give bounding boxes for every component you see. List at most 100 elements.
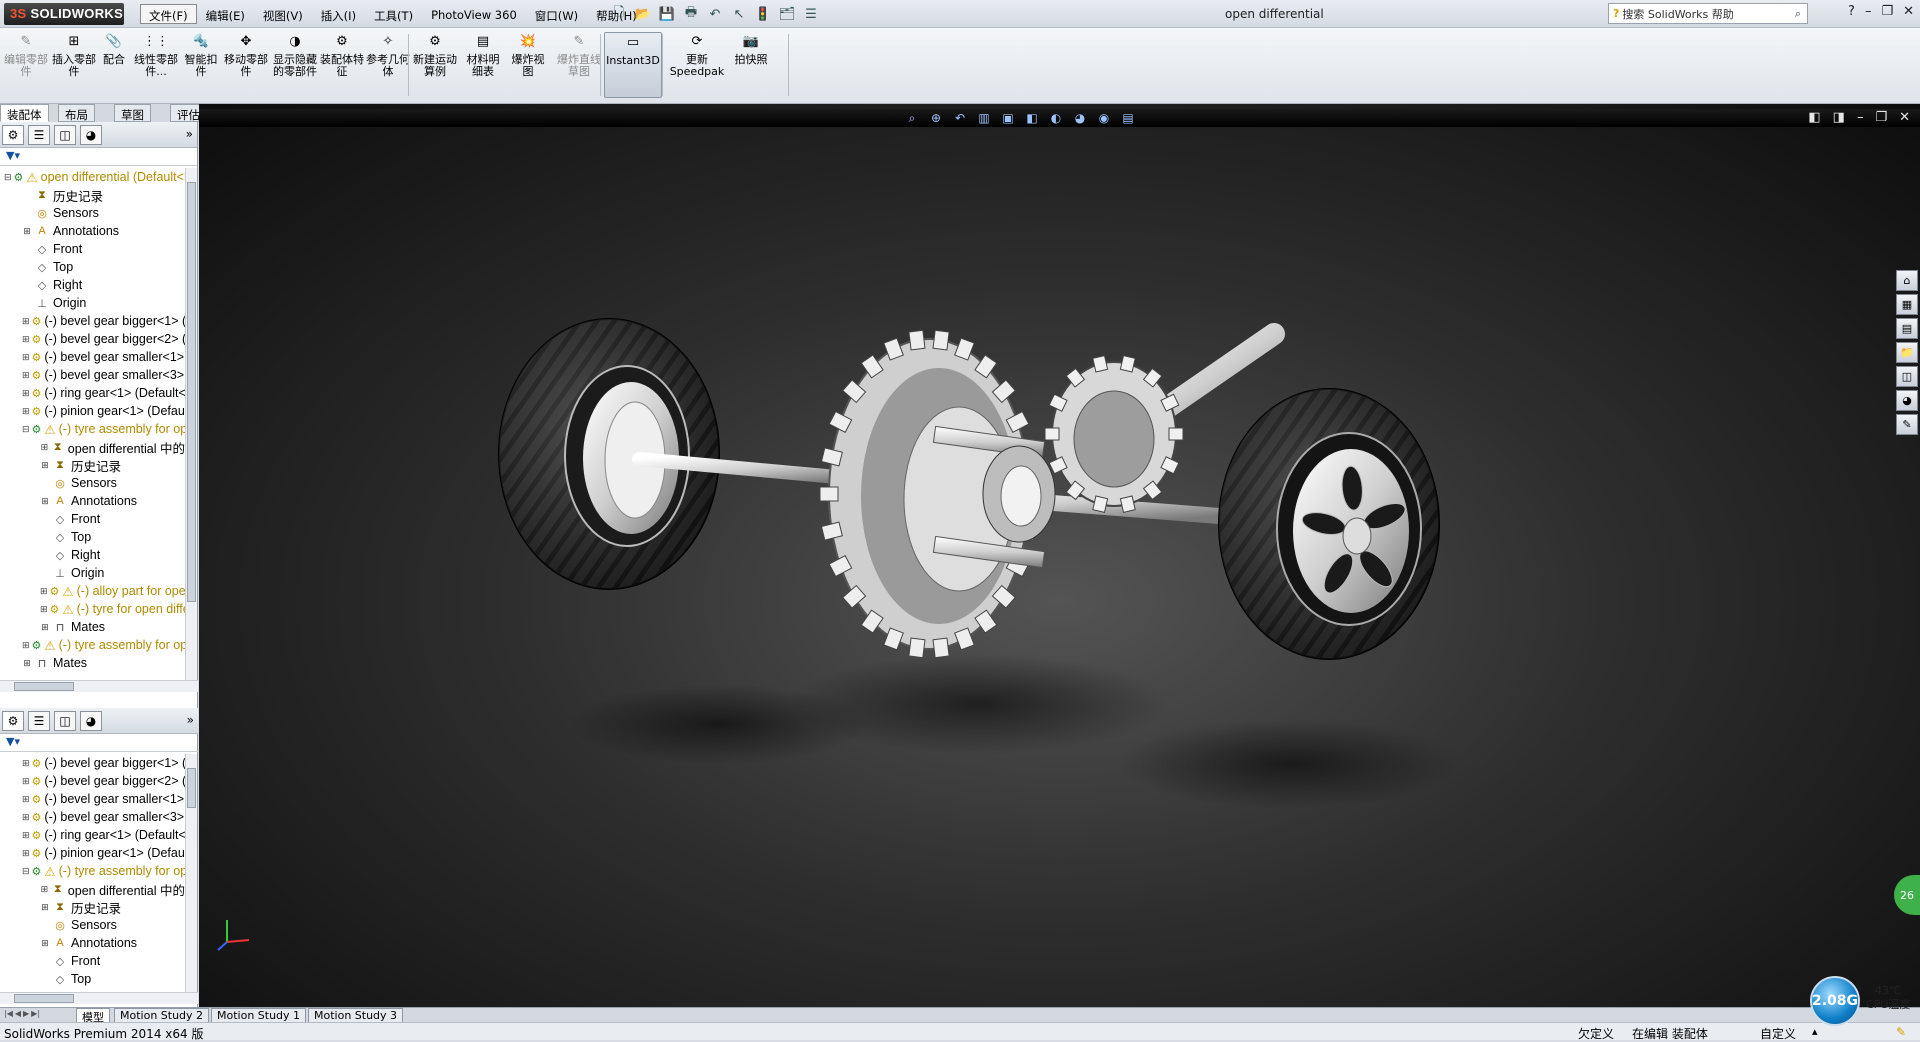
- tree-item[interactable]: ⊞ A Annotations: [0, 492, 185, 510]
- solidworks-logo[interactable]: 3S SOLIDWORKS: [4, 3, 124, 25]
- expand-toggle-icon[interactable]: ⊞: [22, 388, 30, 398]
- configuration-manager-tab-icon[interactable]: ◫: [54, 711, 76, 731]
- close-icon[interactable]: ✕: [1903, 4, 1914, 19]
- prev-tab-icon[interactable]: ◀: [15, 1009, 21, 1018]
- tree-top-vscroll[interactable]: [185, 168, 197, 680]
- tree-item[interactable]: ⊞⚙(-) pinion gear<1> (Default<<Default: [0, 402, 185, 420]
- expand-toggle-icon[interactable]: ⊞: [22, 640, 30, 650]
- tree-item[interactable]: ⊞⚙(-) bevel gear smaller<1> (Default: [0, 790, 185, 808]
- folder-icon[interactable]: 📁: [1896, 342, 1918, 363]
- menu-item[interactable]: 工具(T): [365, 4, 422, 24]
- view-palette-icon[interactable]: ◫: [1896, 366, 1918, 387]
- toolbar-button[interactable]: ⋮⋮ 线性零部件...: [134, 32, 178, 98]
- select-icon[interactable]: ↖: [728, 4, 750, 24]
- first-tab-icon[interactable]: |◀: [4, 1009, 13, 1018]
- expand-toggle-icon[interactable]: ⊞: [40, 586, 48, 596]
- tree-item[interactable]: ⊟⚙⚠(-) tyre assembly for open differenti…: [0, 862, 185, 880]
- expand-toggle-icon[interactable]: ⊟: [4, 172, 12, 182]
- toolbar-button[interactable]: 📎 配合: [98, 32, 130, 98]
- pinion-gear[interactable]: [1044, 355, 1184, 513]
- expand-arrows-icon[interactable]: »: [187, 713, 194, 727]
- custom-properties-icon[interactable]: ✎: [1896, 414, 1918, 435]
- help-search-input[interactable]: ? 搜索 SolidWorks 帮助 ⌕: [1608, 3, 1808, 24]
- toolbar-button[interactable]: ⚙ 装配体特征: [320, 32, 364, 98]
- tree-item[interactable]: ⊞⚙⚠(-) tyre for open differential: [0, 600, 185, 618]
- tree-item[interactable]: ⊞⚙(-) bevel gear bigger<1> (Default: [0, 754, 185, 772]
- tree-item[interactable]: ⊞ ⧗ 历史记录: [0, 456, 185, 474]
- expand-toggle-icon[interactable]: ⊞: [22, 406, 30, 416]
- expand-toggle-icon[interactable]: ⊞: [22, 776, 30, 786]
- tree-item[interactable]: ◎ Sensors: [0, 204, 185, 222]
- solidworks-resources-icon[interactable]: ⌂: [1896, 270, 1918, 291]
- property-manager-tab-icon[interactable]: ☰: [28, 711, 50, 731]
- toolbar-button[interactable]: ⟳ 更新Speedpak: [668, 32, 726, 98]
- tree-item[interactable]: ⊞⚙(-) bevel gear bigger<2> (Default: [0, 330, 185, 348]
- left-tyre[interactable]: [498, 318, 720, 590]
- menu-item[interactable]: PhotoView 360: [422, 4, 526, 24]
- tree-item[interactable]: ◇ Top: [0, 970, 185, 988]
- tree-item[interactable]: ⊞⚙(-) ring gear<1> (Default<<Default: [0, 384, 185, 402]
- toolbar-button[interactable]: ⊞ 插入零部件: [52, 32, 96, 98]
- last-tab-icon[interactable]: ▶|: [31, 1009, 40, 1018]
- tree-item[interactable]: ◇ Right: [0, 276, 185, 294]
- property-manager-tab-icon[interactable]: ☰: [28, 125, 50, 145]
- tree-item[interactable]: ◇ Front: [0, 240, 185, 258]
- menu-item[interactable]: 插入(I): [312, 4, 365, 24]
- bottom-tab[interactable]: 模型: [76, 1008, 110, 1024]
- tree-bottom-hscroll[interactable]: [0, 992, 198, 1004]
- next-tab-icon[interactable]: ▶: [23, 1009, 29, 1018]
- command-tab[interactable]: 布局: [58, 104, 95, 122]
- file-properties-icon[interactable]: 🗂: [776, 4, 798, 24]
- tree-item[interactable]: ◇ Top: [0, 258, 185, 276]
- cpu-meter[interactable]: 2.08G: [1810, 976, 1860, 1026]
- tree-filter[interactable]: ▼▾: [0, 148, 197, 166]
- design-library-icon[interactable]: ▦: [1896, 294, 1918, 315]
- expand-toggle-icon[interactable]: ⊞: [22, 334, 30, 344]
- tree-item[interactable]: ⊞⚙(-) bevel gear smaller<3> (Default: [0, 366, 185, 384]
- expand-toggle-icon[interactable]: ⊞: [40, 442, 49, 452]
- toolbar-button[interactable]: 📷 拍快照: [730, 32, 772, 98]
- expand-toggle-icon[interactable]: ⊞: [40, 496, 50, 506]
- tree-item[interactable]: ⊞ ⊓ Mates: [0, 618, 185, 636]
- tree-item[interactable]: ⊞⚙(-) bevel gear smaller<3> (Default: [0, 808, 185, 826]
- toolbar-button[interactable]: ◑ 显示隐藏的零部件: [272, 32, 318, 98]
- expand-toggle-icon[interactable]: ⊞: [40, 460, 50, 470]
- expand-toggle-icon[interactable]: ⊟: [22, 424, 30, 434]
- search-icon[interactable]: ⌕: [1795, 7, 1801, 21]
- rebuild-icon[interactable]: 🚦: [752, 4, 774, 24]
- minimize-icon[interactable]: –: [1865, 4, 1872, 19]
- tree-item[interactable]: ⊞⚙(-) bevel gear smaller<1> (Default: [0, 348, 185, 366]
- tree-item[interactable]: ⊞⚙(-) pinion gear<1> (Default<<Default: [0, 844, 185, 862]
- bottom-tab[interactable]: Motion Study 3: [308, 1008, 404, 1023]
- expand-toggle-icon[interactable]: ⊞: [22, 352, 30, 362]
- tree-filter[interactable]: ▼▾: [0, 734, 198, 752]
- hscroll-thumb[interactable]: [14, 994, 74, 1003]
- toolbar-button[interactable]: ✥ 移动零部件: [224, 32, 268, 98]
- bottom-tab[interactable]: Motion Study 2: [114, 1008, 210, 1023]
- expand-toggle-icon[interactable]: ⊞: [40, 902, 50, 912]
- tree-bottom-vscroll[interactable]: [185, 754, 197, 992]
- expand-toggle-icon[interactable]: ⊞: [40, 938, 50, 948]
- expand-toggle-icon[interactable]: ⊞: [22, 658, 32, 668]
- menu-item[interactable]: 编辑(E): [197, 4, 254, 24]
- undo-icon[interactable]: ↶: [704, 4, 726, 24]
- tree-item[interactable]: ◇ Right: [0, 546, 185, 564]
- scroll-thumb[interactable]: [187, 768, 196, 808]
- expand-toggle-icon[interactable]: ⊞: [40, 604, 48, 614]
- expand-toggle-icon[interactable]: ⊞: [22, 316, 30, 326]
- scroll-thumb[interactable]: [187, 182, 196, 602]
- help-icon[interactable]: ?: [1848, 4, 1855, 19]
- expand-toggle-icon[interactable]: ⊟: [22, 866, 30, 876]
- feature-manager-tab-icon[interactable]: ⚙: [2, 711, 24, 731]
- open-icon[interactable]: 📂: [632, 4, 654, 24]
- feature-manager-tab-icon[interactable]: ⚙: [2, 125, 24, 145]
- command-tab[interactable]: 装配体: [0, 104, 49, 122]
- tree-item[interactable]: ⊞⚙(-) bevel gear bigger<1> (Default: [0, 312, 185, 330]
- new-document-icon[interactable]: 🗋: [608, 4, 630, 24]
- menu-item[interactable]: 窗口(W): [526, 4, 587, 24]
- right-tyre[interactable]: [1218, 388, 1440, 660]
- appearances-icon[interactable]: ◕: [1896, 390, 1918, 411]
- tree-item[interactable]: ◎ Sensors: [0, 916, 185, 934]
- toolbar-button[interactable]: ▭ Instant3D: [604, 32, 662, 98]
- expand-toggle-icon[interactable]: ⊞: [40, 622, 50, 632]
